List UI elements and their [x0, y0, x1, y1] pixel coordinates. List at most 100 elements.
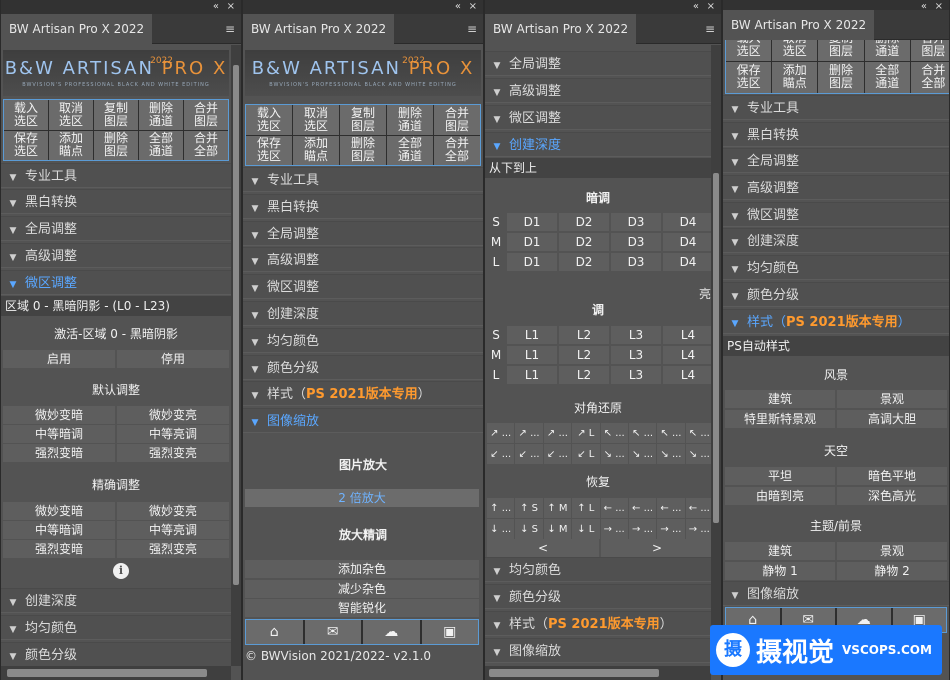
d4-m-button[interactable]: D4 [663, 233, 711, 251]
scroll-thumb[interactable] [7, 669, 207, 677]
restore-button[interactable]: ↑ ... [487, 498, 515, 518]
section-create-depth[interactable]: ▼ 创建深度 [485, 132, 711, 157]
section-micro-adjust[interactable]: ▼ 微区调整 [1, 270, 231, 295]
diagonal-button[interactable]: ↗ ... [543, 423, 572, 443]
section-image-zoom[interactable]: ▼ 图像缩放 [485, 638, 711, 663]
enable-button[interactable]: 启用 [3, 350, 115, 368]
section-pro-tools[interactable]: ▼ 专业工具 [723, 95, 949, 120]
diagonal-button[interactable]: ↖ ... [657, 423, 685, 443]
panel-tab[interactable]: BW Artisan Pro X 2022 [485, 14, 637, 44]
merge-all-button[interactable]: 合并 全部 [184, 130, 228, 160]
zone-dropdown[interactable]: 区域 0 - 黑暗阴影 - (L0 - L23) [1, 296, 231, 316]
section-global-adjust[interactable]: ▼ 全局调整 [485, 51, 711, 76]
medium-dark-button[interactable]: 中等暗调 [3, 425, 115, 443]
diagonal-button[interactable]: ↙ L [572, 444, 600, 464]
l4-m-button[interactable]: L4 [663, 346, 711, 364]
d4-l-button[interactable]: D4 [663, 253, 711, 271]
duplicate-layer-button[interactable]: 复制 图层 [818, 40, 864, 61]
subtle-brighten-button[interactable]: 微妙变亮 [117, 406, 229, 424]
delete-layer-button[interactable]: 删除 图层 [818, 61, 864, 93]
close-icon[interactable]: × [227, 0, 235, 14]
diagonal-button[interactable]: ↖ ... [628, 423, 657, 443]
merge-all-button[interactable]: 合并 全部 [434, 135, 480, 165]
restore-button[interactable]: ↑ S [515, 498, 543, 518]
deselect-button[interactable]: 取消 选区 [49, 100, 93, 130]
scroll-thumb[interactable] [233, 65, 239, 585]
section-style[interactable]: ▼ 样式（PS 2021版本专用） [243, 381, 483, 406]
d2-s-button[interactable]: D2 [559, 213, 609, 231]
enlarge-2x-button[interactable]: 2 倍放大 [245, 489, 479, 507]
collapse-icon[interactable]: « [693, 0, 699, 14]
section-bw-convert[interactable]: ▼ 黑白转换 [243, 194, 483, 219]
diagonal-button[interactable]: ↙ ... [487, 444, 515, 464]
play-icon[interactable]: ▣ [421, 620, 478, 644]
l2-s-button[interactable]: L2 [559, 326, 609, 344]
section-micro-adjust[interactable]: ▼ 微区调整 [243, 274, 483, 299]
vertical-scrollbar[interactable] [711, 45, 721, 666]
section-create-depth[interactable]: ▼ 创建深度 [1, 588, 231, 613]
section-bw-convert[interactable]: ▼ 黑白转换 [723, 122, 949, 147]
l4-s-button[interactable]: L4 [663, 326, 711, 344]
fine-subtle-darken-button[interactable]: 微妙变暗 [3, 502, 115, 520]
reduce-noise-button[interactable]: 减少杂色 [245, 580, 479, 598]
fine-subtle-brighten-button[interactable]: 微妙变亮 [117, 502, 229, 520]
add-anchor-button[interactable]: 添加 瞄点 [293, 135, 339, 165]
diagonal-button[interactable]: ↘ ... [657, 444, 685, 464]
fine-medium-bright-button[interactable]: 中等亮调 [117, 521, 229, 539]
strong-darken-button[interactable]: 强烈变暗 [3, 444, 115, 462]
smart-sharpen-button[interactable]: 智能锐化 [245, 599, 479, 617]
duplicate-layer-button[interactable]: 复制 图层 [340, 105, 386, 135]
restore-button[interactable]: ← ... [628, 498, 657, 518]
l3-s-button[interactable]: L3 [611, 326, 661, 344]
diagonal-button[interactable]: ↖ ... [685, 423, 711, 443]
d1-l-button[interactable]: D1 [507, 253, 557, 271]
section-create-depth[interactable]: ▼ 创建深度 [243, 301, 483, 326]
panel-tab[interactable]: BW Artisan Pro X 2022 [243, 14, 395, 44]
load-selection-button[interactable]: 载入 选区 [4, 100, 48, 130]
l2-m-button[interactable]: L2 [559, 346, 609, 364]
d3-s-button[interactable]: D3 [611, 213, 661, 231]
vertical-scrollbar[interactable] [231, 45, 241, 666]
fine-medium-dark-button[interactable]: 中等暗调 [3, 521, 115, 539]
dark-highlight-button[interactable]: 深色高光 [837, 487, 947, 505]
d2-l-button[interactable]: D2 [559, 253, 609, 271]
panel-menu-icon[interactable]: ≡ [467, 22, 477, 36]
auto-style-dropdown[interactable]: PS自动样式 [723, 336, 949, 356]
l3-l-button[interactable]: L3 [611, 366, 661, 384]
dark-flat-button[interactable]: 暗色平地 [837, 467, 947, 485]
diagonal-button[interactable]: ↗ ... [487, 423, 515, 443]
horizontal-scrollbar[interactable] [485, 666, 711, 680]
diagonal-button[interactable]: ↗ ... [515, 423, 543, 443]
architecture-button[interactable]: 建筑 [725, 390, 835, 408]
save-selection-button[interactable]: 保存 选区 [726, 61, 772, 93]
duplicate-layer-button[interactable]: 复制 图层 [94, 100, 138, 130]
restore-button[interactable]: ↓ S [515, 519, 543, 539]
diagonal-button[interactable]: ↗ L [572, 423, 600, 443]
load-selection-button[interactable]: 载入 选区 [246, 105, 292, 135]
delete-channel-button[interactable]: 删除 通道 [864, 40, 910, 61]
still-life-1-button[interactable]: 静物 1 [725, 562, 835, 580]
restore-button[interactable]: ↓ ... [487, 519, 515, 539]
scroll-thumb[interactable] [489, 669, 659, 677]
fine-strong-brighten-button[interactable]: 强烈变亮 [117, 540, 229, 558]
all-channels-button[interactable]: 全部 通道 [864, 61, 910, 93]
section-color-grade[interactable]: ▼ 颜色分级 [1, 642, 231, 667]
section-global-adjust[interactable]: ▼ 全局调整 [1, 216, 231, 241]
restore-button[interactable]: → ... [685, 519, 711, 539]
add-noise-button[interactable]: 添加杂色 [245, 560, 479, 578]
fine-strong-darken-button[interactable]: 强烈变暗 [3, 540, 115, 558]
l1-s-button[interactable]: L1 [507, 326, 557, 344]
d3-l-button[interactable]: D3 [611, 253, 661, 271]
strong-brighten-button[interactable]: 强烈变亮 [117, 444, 229, 462]
d1-m-button[interactable]: D1 [507, 233, 557, 251]
section-bw-convert[interactable]: ▼ 黑白转换 [1, 189, 231, 214]
scroll-thumb[interactable] [713, 173, 719, 523]
section-pro-tools[interactable]: ▼ 专业工具 [1, 163, 231, 188]
panel-menu-icon[interactable]: ≡ [225, 22, 235, 36]
section-even-color[interactable]: ▼ 均匀颜色 [723, 255, 949, 280]
landscape-button[interactable]: 景观 [837, 390, 947, 408]
triste-landscape-button[interactable]: 特里斯特景观 [725, 410, 835, 428]
flat-button[interactable]: 平坦 [725, 467, 835, 485]
restore-button[interactable]: ↓ M [543, 519, 572, 539]
merge-layers-button[interactable]: 合并 图层 [910, 40, 949, 61]
